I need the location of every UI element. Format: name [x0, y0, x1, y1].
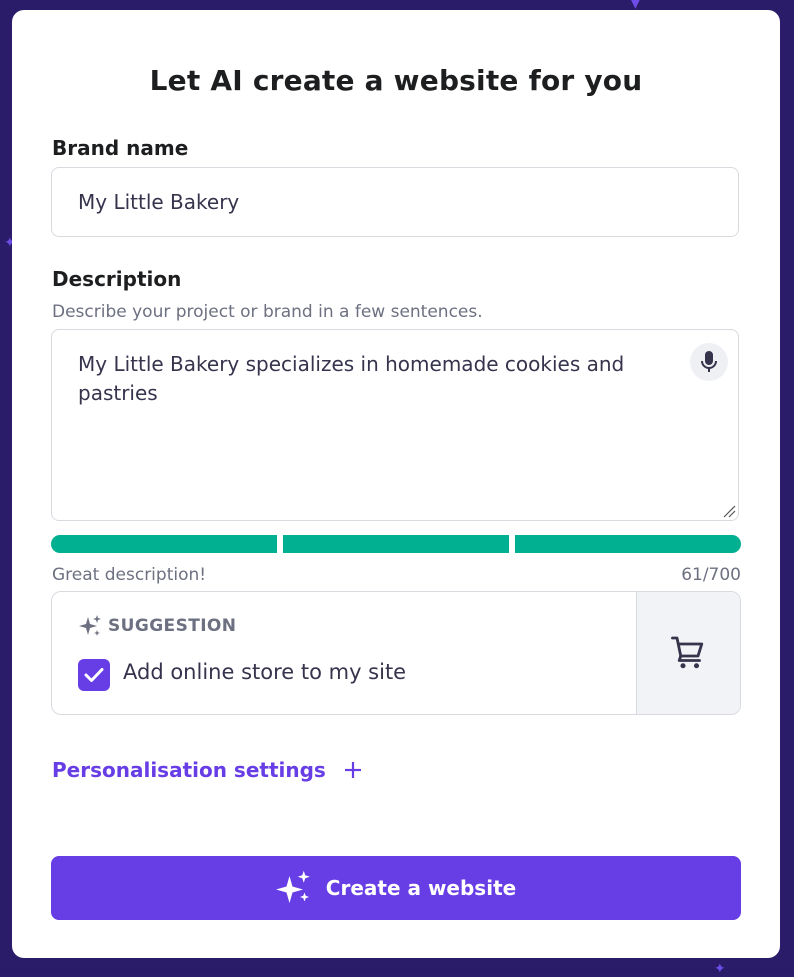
- plus-icon: [344, 762, 361, 778]
- personalisation-settings-toggle[interactable]: Personalisation settings: [52, 758, 362, 782]
- resize-handle-icon[interactable]: [722, 504, 736, 518]
- brand-name-input[interactable]: My Little Bakery: [51, 167, 739, 237]
- ai-website-dialog: Let AI create a website for you Brand na…: [12, 10, 780, 958]
- strength-segment: [283, 535, 509, 553]
- suggestion-heading: SUGGESTION: [108, 616, 237, 636]
- brand-name-value: My Little Bakery: [78, 190, 240, 214]
- create-website-button[interactable]: Create a website: [51, 856, 741, 920]
- online-store-checkbox[interactable]: [78, 659, 110, 691]
- suggestion-header: SUGGESTION: [78, 614, 236, 638]
- description-hint: Describe your project or brand in a few …: [52, 302, 483, 322]
- online-store-label[interactable]: Add online store to my site: [123, 660, 406, 684]
- microphone-icon: [701, 351, 717, 372]
- personalisation-settings-label: Personalisation settings: [52, 758, 326, 782]
- description-quality-text: Great description!: [52, 565, 207, 585]
- suggestion-card: SUGGESTION Add online store to my site: [51, 591, 741, 715]
- store-preview-panel: [636, 592, 740, 714]
- sparkle-icon: [275, 870, 310, 903]
- decor-sparkle-icon: ▼: [630, 0, 641, 11]
- create-website-label: Create a website: [325, 876, 517, 900]
- description-label: Description: [52, 267, 182, 291]
- check-icon: [84, 668, 104, 682]
- character-counter: 61/700: [681, 565, 741, 585]
- strength-segment: [515, 535, 741, 553]
- brand-name-label: Brand name: [52, 136, 189, 160]
- dialog-title: Let AI create a website for you: [149, 64, 643, 97]
- description-textarea[interactable]: My Little Bakery specializes in homemade…: [51, 329, 739, 521]
- shopping-cart-icon: [670, 636, 703, 669]
- description-value: My Little Bakery specializes in homemade…: [78, 352, 625, 405]
- strength-segment: [51, 535, 277, 553]
- voice-input-button[interactable]: [690, 343, 728, 381]
- description-strength-meter: [51, 535, 741, 553]
- sparkle-icon: [79, 615, 101, 636]
